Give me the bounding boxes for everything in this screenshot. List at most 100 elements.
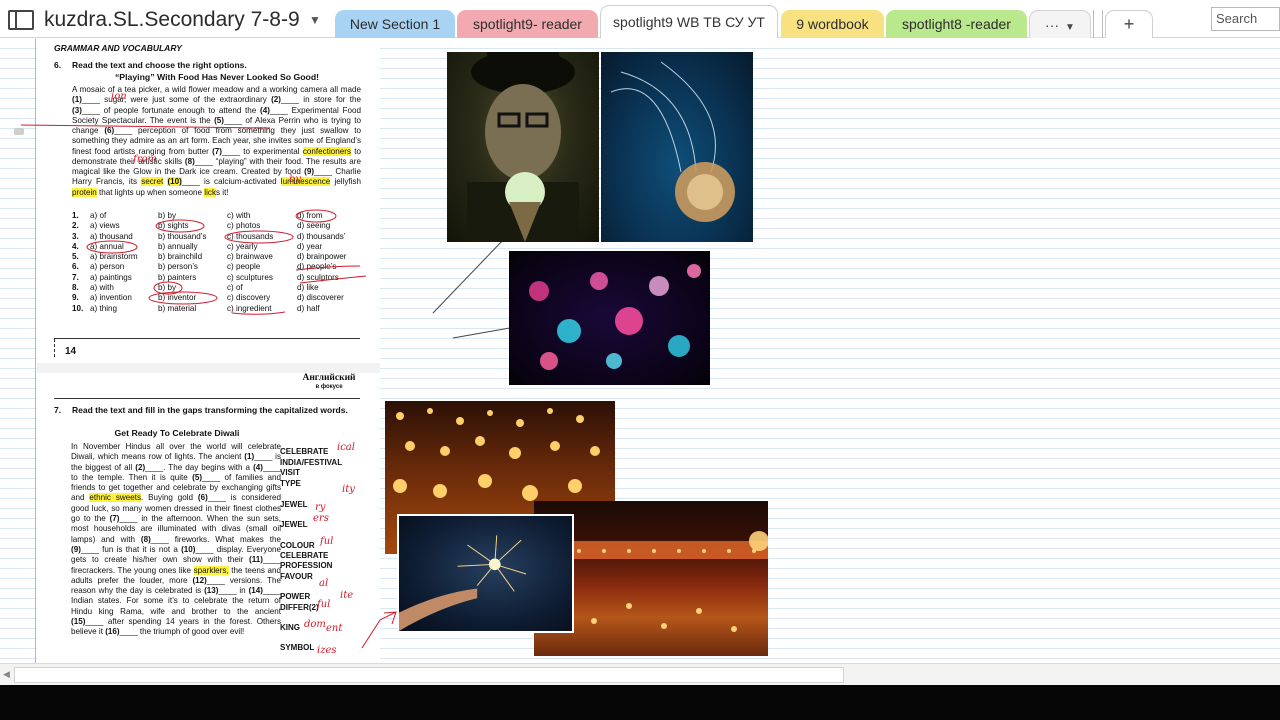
text-segment: (6) bbox=[104, 126, 115, 135]
taskbar bbox=[0, 685, 1280, 720]
text-segment: ____ fun is that it is not a bbox=[80, 544, 182, 554]
handwritten-answer: ity bbox=[342, 484, 355, 495]
workbook-page-image[interactable]: GRAMMAR AND VOCABULARY 6. Read the text … bbox=[37, 41, 380, 663]
exercise-6-title: “Playing” With Food Has Never Looked So … bbox=[114, 72, 320, 82]
handwritten-answer: ical bbox=[337, 442, 355, 453]
option-number: 1. bbox=[72, 211, 79, 220]
page-number: 14 bbox=[65, 346, 77, 357]
scrollbar-thumb[interactable] bbox=[14, 667, 844, 683]
search-input[interactable]: Search (Ctrl bbox=[1211, 7, 1280, 31]
option-row: 2. a) views b) sights c) photos d) seeing bbox=[72, 221, 372, 231]
option-b: b) sights bbox=[158, 221, 189, 231]
text-segment: (16) bbox=[105, 627, 120, 637]
option-row: 3. a) thousand b) thousand’s c) thousands d)… bbox=[72, 232, 372, 242]
text-segment: (10) bbox=[181, 544, 196, 554]
option-d: d) thousands’ bbox=[297, 231, 346, 241]
handwritten-answer: ent bbox=[326, 623, 343, 634]
option-c: c) discovery bbox=[227, 293, 271, 303]
base-word: DIFFER(2) bbox=[280, 603, 319, 612]
option-row: 9. a) invention b) inventor c) discovery d) … bbox=[72, 293, 372, 303]
option-row: 6. a) person b) person’s c) people d) people… bbox=[72, 262, 372, 272]
horizontal-scrollbar[interactable]: ◀ bbox=[0, 663, 1280, 685]
book-logo: Английский в фокусе bbox=[299, 373, 359, 392]
option-row: 4. a) annual b) annually c) yearly d) year bbox=[72, 242, 372, 252]
glowing-jellyfish-photo[interactable] bbox=[509, 251, 710, 385]
option-c: c) thousands bbox=[227, 231, 274, 241]
exercise-7-title: Get Ready To Celebrate Diwali bbox=[114, 428, 240, 438]
text-segment: ____ in store for the bbox=[281, 95, 361, 105]
option-c: c) ingredient bbox=[227, 303, 272, 313]
option-a: a) brainstorm bbox=[90, 252, 138, 262]
text-segment: ____. The day begins with a bbox=[145, 462, 254, 472]
option-number: 5. bbox=[72, 252, 79, 262]
option-b: b) annually bbox=[158, 241, 198, 251]
text-segment: secret bbox=[141, 177, 164, 187]
option-row: 8. a) with b) by c) of d) like bbox=[72, 283, 372, 293]
text-segment: (2) bbox=[271, 95, 282, 105]
tab-divider bbox=[1093, 10, 1103, 38]
option-d: d) like bbox=[297, 283, 319, 293]
page-rule bbox=[54, 338, 360, 339]
scroll-left-icon[interactable]: ◀ bbox=[3, 669, 10, 680]
handwritten-answer: dom bbox=[304, 619, 326, 630]
handwritten-answer: ion bbox=[111, 91, 127, 102]
text-segment: (1) bbox=[72, 95, 82, 105]
text-segment: (4) bbox=[253, 462, 263, 472]
text-segment: (13) bbox=[204, 586, 219, 596]
tab-spotlight9-reader[interactable]: spotlight9- reader bbox=[457, 10, 598, 38]
handwritten-answer: ers bbox=[313, 513, 329, 524]
text-segment: ____ in bbox=[218, 586, 249, 596]
chevron-down-icon[interactable]: ▼ bbox=[309, 13, 321, 27]
base-word: POWER bbox=[280, 592, 311, 601]
tab-new-section-1[interactable]: New Section 1 bbox=[335, 10, 455, 38]
base-word: JEWEL bbox=[280, 520, 308, 529]
exercise-7-text: In November Hindus all over the world wi… bbox=[71, 442, 281, 638]
text-segment: (15) bbox=[71, 617, 86, 627]
option-row: 7. a) paintings b) painters c) sculptures d)… bbox=[72, 273, 372, 283]
tab-spotlight8-reader[interactable]: spotlight8 -reader bbox=[886, 10, 1027, 38]
option-c: c) with bbox=[227, 211, 251, 220]
base-word: INDIA/FESTIVAL bbox=[280, 458, 343, 467]
option-d: d) brainpower bbox=[297, 252, 347, 262]
option-number: 3. bbox=[72, 231, 79, 241]
notebook-icon[interactable] bbox=[8, 10, 34, 30]
text-segment: (8) bbox=[140, 534, 151, 544]
glow-ice-cream-photo[interactable] bbox=[447, 52, 599, 242]
exercise-6-options: 1. a) of b) by c) with d) from 2. a) views b) s… bbox=[72, 211, 372, 314]
base-word: KING bbox=[280, 623, 300, 632]
more-sections-button[interactable]: ··· ▼ bbox=[1029, 10, 1091, 38]
text-segment: (6) bbox=[197, 493, 208, 503]
text-segment: jellyfish bbox=[330, 177, 361, 187]
sparkler-photo[interactable] bbox=[397, 514, 574, 633]
page-tick bbox=[54, 339, 55, 357]
option-number: 2. bbox=[72, 221, 79, 231]
text-segment: (7) bbox=[212, 146, 222, 156]
base-word: CELEBRATE bbox=[280, 551, 329, 560]
jellyfish-photo[interactable] bbox=[601, 52, 753, 242]
option-row: 5. a) brainstorm b) brainchild c) brainwave… bbox=[72, 252, 372, 262]
base-word: CELEBRATE bbox=[280, 447, 329, 456]
handwritten-answer: by bbox=[289, 174, 302, 185]
text-segment: (5) bbox=[192, 472, 203, 482]
text-segment: (9) bbox=[304, 167, 315, 176]
option-a: a) invention bbox=[90, 293, 132, 303]
option-row: 10. a) thing b) material c) ingredient d) ha… bbox=[72, 304, 372, 314]
option-c: c) sculptures bbox=[227, 272, 273, 282]
handwritten-answer: izes bbox=[317, 645, 337, 656]
text-segment: (14) bbox=[248, 586, 263, 596]
section-title: GRAMMAR AND VOCABULARY bbox=[54, 43, 182, 53]
text-segment: (1) bbox=[244, 452, 255, 462]
tab-9-wordbook[interactable]: 9 wordbook bbox=[781, 10, 884, 38]
option-number: 6. bbox=[72, 262, 79, 272]
text-segment: . Buying gold bbox=[141, 493, 198, 503]
option-c: c) of bbox=[227, 283, 243, 293]
option-a: a) person bbox=[90, 262, 125, 272]
paragraph-handle[interactable] bbox=[14, 128, 24, 135]
tab-spotlight9-wb-active[interactable]: spotlight9 WB ТВ СУ УТ bbox=[600, 5, 778, 38]
option-d: d) year bbox=[297, 241, 323, 251]
notebook-title[interactable]: kuzdra.SL.Secondary 7-8-9 bbox=[44, 8, 300, 32]
text-segment: s it! bbox=[216, 187, 229, 197]
text-segment: protein bbox=[72, 187, 97, 197]
text-segment: sparklers, bbox=[193, 565, 229, 575]
add-section-button[interactable]: + bbox=[1105, 10, 1153, 38]
